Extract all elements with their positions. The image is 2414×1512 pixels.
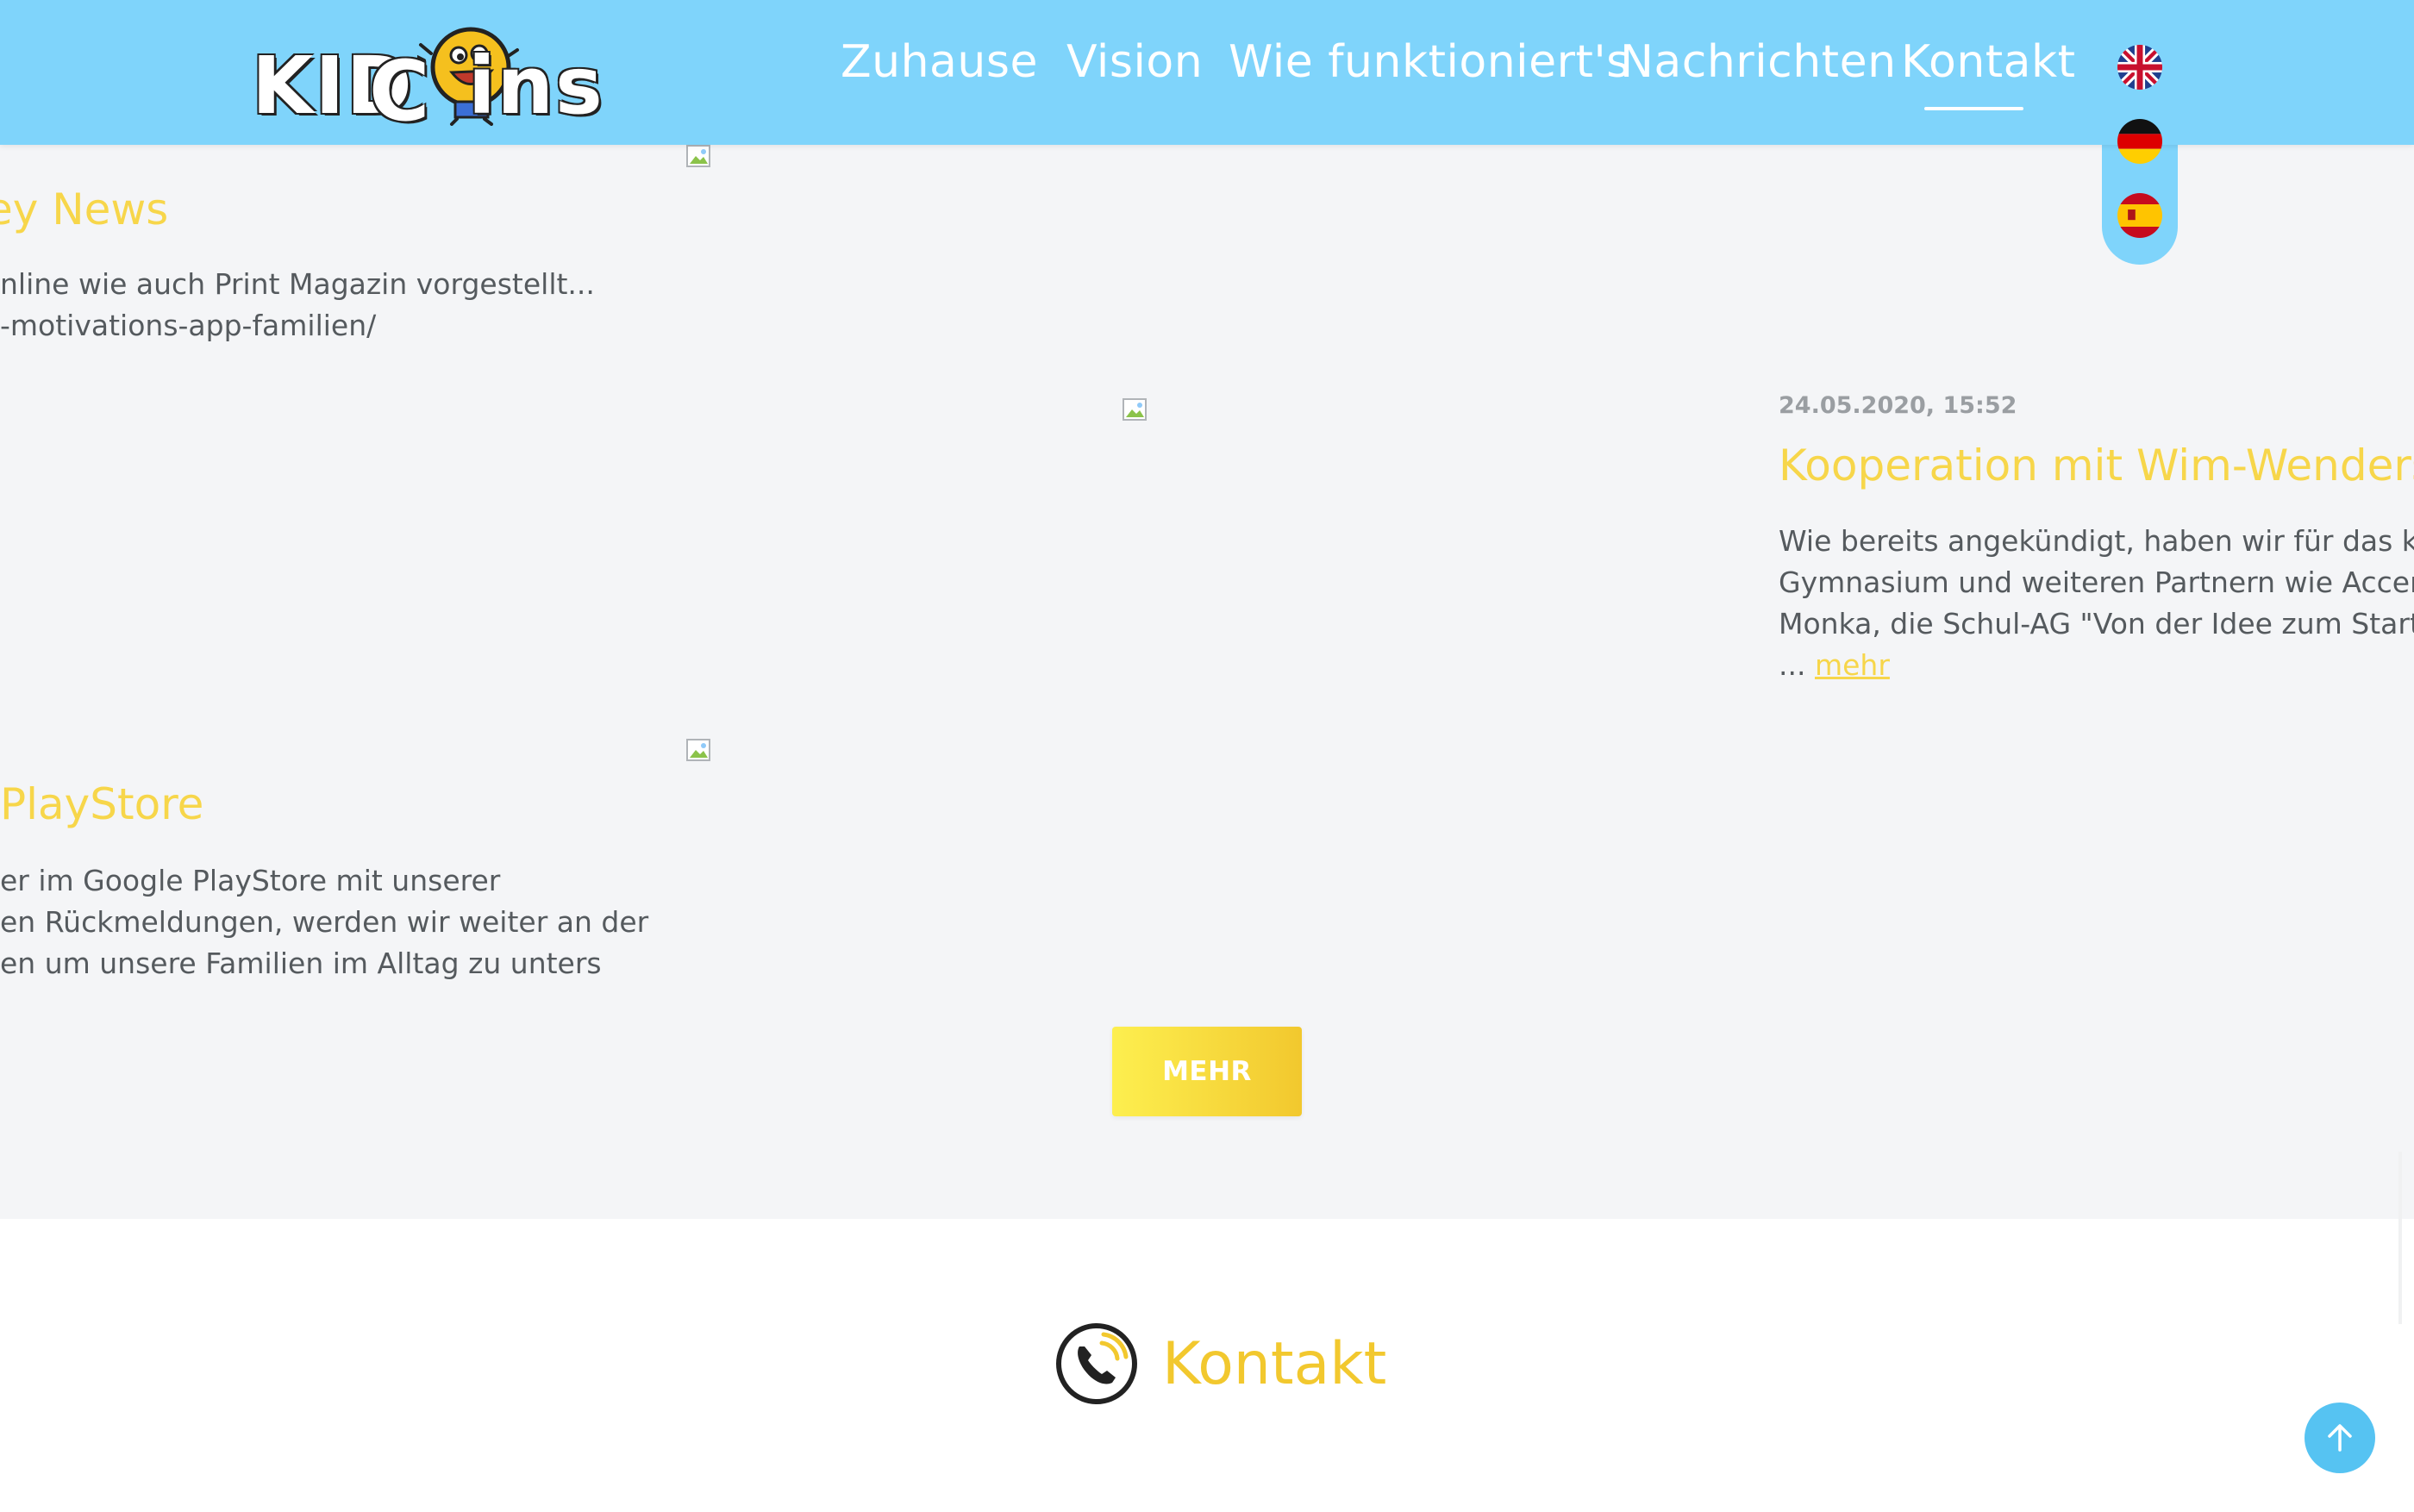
- kidcoins-logo[interactable]: KID C ins: [248, 16, 654, 140]
- page-edge-divider: [2398, 1152, 2402, 1324]
- nav-item-kontakt[interactable]: Kontakt: [1901, 36, 2076, 88]
- post-excerpt-line: en Rückmeldungen, werden wir weiter an d…: [0, 905, 649, 939]
- post-excerpt: nline wie auch Print Magazin vorgestellt…: [0, 264, 595, 347]
- post-title[interactable]: Kooperation mit Wim-Wenders G: [1779, 440, 2414, 490]
- phone-icon: [1056, 1323, 1137, 1404]
- ellipsis: ...: [1779, 648, 1806, 682]
- post-excerpt-line: Wie bereits angekündigt, haben wir für d…: [1779, 524, 2414, 558]
- post-date: 24.05.2020, 15:52: [1779, 392, 2017, 419]
- post-excerpt-line: ... mehr: [1779, 645, 2414, 686]
- post-excerpt-line: -motivations-app-familien/: [0, 309, 377, 342]
- arrow-up-icon: [2328, 1424, 2352, 1452]
- contact-title: Kontakt: [1162, 1329, 1387, 1398]
- news-section: ey News nline wie auch Print Magazin vor…: [0, 0, 2414, 1219]
- spain-flag-icon[interactable]: [2117, 193, 2162, 238]
- post-title[interactable]: PlayStore: [0, 779, 203, 829]
- post-excerpt: Wie bereits angekündigt, haben wir für d…: [1779, 521, 2414, 686]
- uk-flag-icon[interactable]: [2117, 45, 2162, 90]
- top-navigation-bar: KID C ins Zuhause Vision Wie funktionier…: [0, 0, 2414, 145]
- nav-item-zuhause[interactable]: Zuhause: [841, 36, 1038, 88]
- post-excerpt-line: Gymnasium und weiteren Partnern wie Acce…: [1779, 565, 2414, 599]
- more-news-button[interactable]: MEHR: [1112, 1027, 1302, 1116]
- post-image-broken[interactable]: [1123, 398, 1148, 422]
- nav-item-wie-funktionierts[interactable]: Wie funktioniert's: [1229, 36, 1630, 88]
- post-image-broken[interactable]: [686, 145, 712, 169]
- read-more-link[interactable]: mehr: [1815, 648, 1890, 682]
- post-excerpt-line: en um unsere Familien im Alltag zu unter…: [0, 947, 602, 980]
- post-title[interactable]: ey News: [0, 184, 168, 234]
- logo-text: ins: [468, 40, 604, 132]
- scroll-to-top-button[interactable]: [2305, 1403, 2375, 1473]
- post-excerpt-line: er im Google PlayStore mit unserer: [0, 864, 501, 897]
- post-excerpt-line: nline wie auch Print Magazin vorgestellt…: [0, 267, 595, 301]
- post-excerpt: er im Google PlayStore mit unserer en Rü…: [0, 860, 648, 984]
- post-image-broken[interactable]: [686, 739, 712, 763]
- nav-item-vision[interactable]: Vision: [1066, 36, 1203, 88]
- active-nav-indicator: [1924, 107, 2023, 110]
- nav-item-nachrichten[interactable]: Nachrichten: [1620, 36, 1897, 88]
- post-excerpt-line: Monka, die Schul-AG "Von der Idee zum St…: [1779, 607, 2414, 640]
- contact-section-heading: Kontakt: [1054, 1321, 1386, 1407]
- germany-flag-icon[interactable]: [2117, 119, 2162, 164]
